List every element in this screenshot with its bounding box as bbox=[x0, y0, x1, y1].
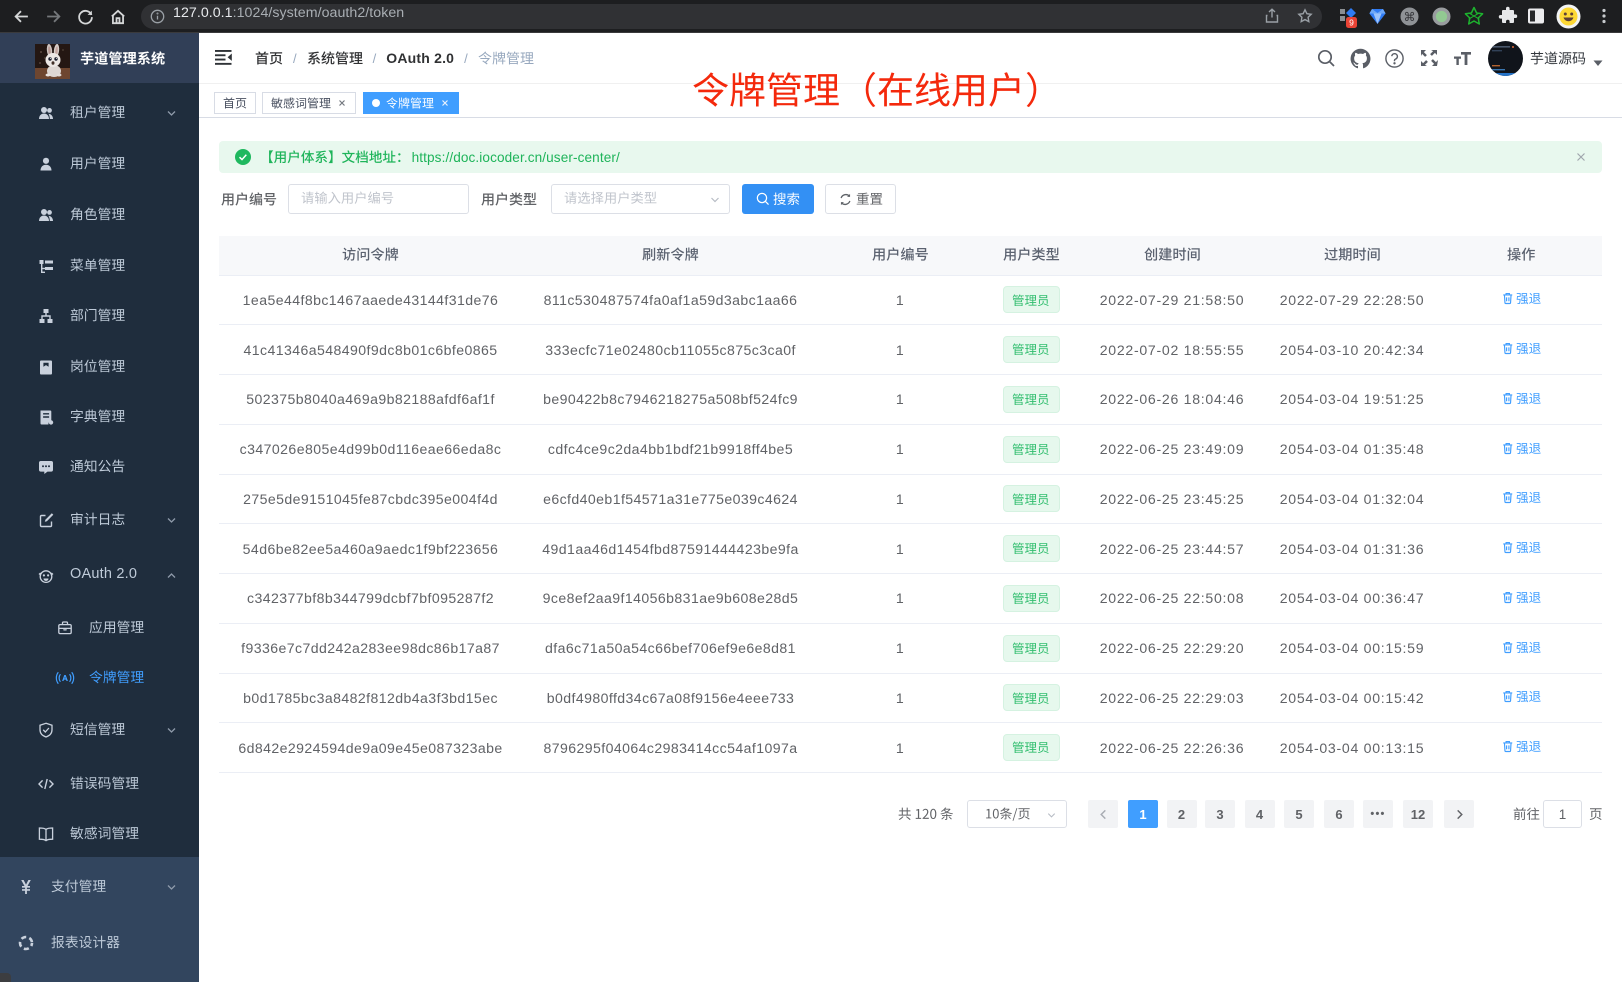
svg-text:9: 9 bbox=[1349, 18, 1354, 28]
svg-text:⌘: ⌘ bbox=[1404, 10, 1416, 24]
